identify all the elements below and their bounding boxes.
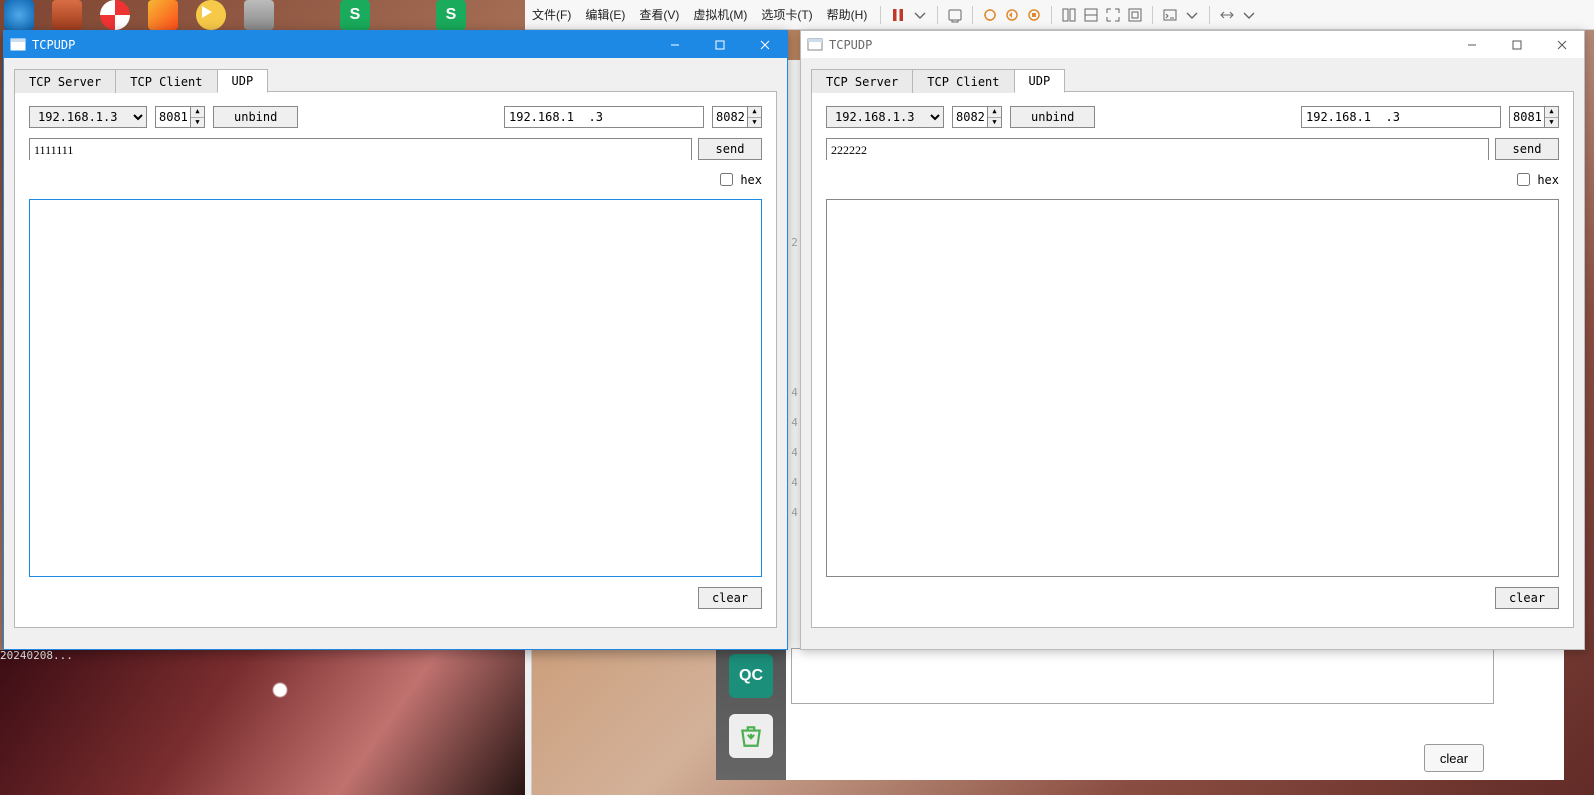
spin-down-icon[interactable]: ▼ (191, 118, 204, 128)
stretch-icon[interactable] (1216, 4, 1238, 26)
send-cad-icon[interactable] (944, 4, 966, 26)
desktop-filename-fragment: 20240208... (0, 649, 73, 662)
send-button[interactable]: send (1495, 138, 1559, 160)
maximize-button[interactable] (697, 31, 742, 58)
hex-checkbox[interactable] (1517, 173, 1530, 186)
close-button[interactable] (742, 31, 787, 58)
desktop-shortcuts: S S (4, 0, 466, 30)
remote-ip-input[interactable] (1301, 106, 1501, 128)
local-port-spinner[interactable]: ▲▼ (952, 106, 1002, 128)
hex-label: hex (740, 173, 762, 187)
maximize-button[interactable] (1494, 31, 1539, 58)
unity-icon[interactable] (1124, 4, 1146, 26)
app-icon[interactable] (148, 0, 178, 30)
app-icon[interactable]: S (340, 0, 370, 30)
window-client-area: TCP Server TCP Client UDP 192.168.1.3 ▲▼… (4, 58, 787, 649)
spin-up-icon[interactable]: ▲ (988, 107, 1001, 118)
clear-button[interactable]: clear (698, 587, 762, 609)
qc-app-icon[interactable]: QC (729, 654, 773, 698)
spin-up-icon[interactable]: ▲ (191, 107, 204, 118)
background-textarea[interactable] (791, 648, 1494, 704)
tab-udp[interactable]: UDP (217, 69, 269, 93)
app-icon[interactable] (244, 0, 274, 30)
tab-tcp-client[interactable]: TCP Client (115, 69, 217, 93)
window-client-area: TCP Server TCP Client UDP 192.168.1.3 ▲▼… (801, 58, 1584, 649)
console-icon[interactable] (1159, 4, 1181, 26)
tcpudp-window-1: TCPUDP TCP Server TCP Client UDP 192.168… (3, 30, 788, 650)
app-icon[interactable] (196, 0, 226, 30)
tab-tcp-server[interactable]: TCP Server (14, 69, 116, 93)
tab-tcp-server[interactable]: TCP Server (811, 69, 913, 93)
message-input[interactable] (30, 141, 691, 161)
menu-help[interactable]: 帮助(H) (820, 0, 875, 29)
menu-edit[interactable]: 编辑(E) (578, 0, 632, 29)
menu-tabs[interactable]: 选项卡(T) (754, 0, 819, 29)
local-ip-select[interactable]: 192.168.1.3 (826, 106, 944, 128)
local-ip-select[interactable]: 192.168.1.3 (29, 106, 147, 128)
bind-button[interactable]: unbind (213, 106, 298, 128)
app-icon[interactable] (388, 0, 418, 30)
hex-label: hex (1537, 173, 1559, 187)
tab-bar: TCP Server TCP Client UDP (811, 68, 1574, 92)
remote-port-spinner[interactable]: ▲▼ (712, 106, 762, 128)
remote-port-spinner[interactable]: ▲▼ (1509, 106, 1559, 128)
spin-down-icon[interactable]: ▼ (748, 118, 761, 128)
menu-file[interactable]: 文件(F) (525, 0, 578, 29)
pause-icon[interactable] (887, 4, 909, 26)
menu-vm[interactable]: 虚拟机(M) (686, 0, 754, 29)
remote-port-input[interactable] (1510, 107, 1544, 127)
fullscreen-icon[interactable] (1102, 4, 1124, 26)
bind-button[interactable]: unbind (1010, 106, 1095, 128)
minimize-button[interactable] (652, 31, 697, 58)
hex-checkbox[interactable] (720, 173, 733, 186)
vm-host-menu-bar: 文件(F) 编辑(E) 查看(V) 虚拟机(M) 选项卡(T) 帮助(H) (525, 0, 1594, 30)
title-bar[interactable]: TCPUDP (801, 31, 1584, 58)
udp-panel: 192.168.1.3 ▲▼ unbind ▲▼ (811, 92, 1574, 628)
app-icon[interactable] (52, 0, 82, 30)
app-icon[interactable] (100, 0, 130, 30)
window-title: TCPUDP (829, 38, 1449, 52)
menu-view[interactable]: 查看(V) (632, 0, 686, 29)
app-icon[interactable] (4, 0, 34, 30)
app-icon[interactable] (292, 0, 322, 30)
send-button[interactable]: send (698, 138, 762, 160)
output-textarea[interactable] (826, 199, 1559, 577)
dropdown-icon[interactable] (1181, 4, 1203, 26)
recycle-bin-icon[interactable] (729, 714, 773, 758)
close-button[interactable] (1539, 31, 1584, 58)
background-clear-button[interactable]: clear (1424, 744, 1484, 772)
snapshot-icon[interactable] (979, 4, 1001, 26)
app-icon[interactable]: S (436, 0, 466, 30)
dropdown-icon[interactable] (909, 4, 931, 26)
layout-split-icon[interactable] (1080, 4, 1102, 26)
spin-down-icon[interactable]: ▼ (988, 118, 1001, 128)
local-port-input[interactable] (156, 107, 190, 127)
remote-ip-input[interactable] (504, 106, 704, 128)
output-textarea[interactable] (29, 199, 762, 577)
udp-panel: 192.168.1.3 ▲▼ unbind ▲▼ (14, 92, 777, 628)
local-port-input[interactable] (953, 107, 987, 127)
title-bar[interactable]: TCPUDP (4, 31, 787, 58)
vm-dock: QC (716, 650, 786, 780)
layout-icon[interactable] (1058, 4, 1080, 26)
spin-up-icon[interactable]: ▲ (1545, 107, 1558, 118)
tab-bar: TCP Server TCP Client UDP (14, 68, 777, 92)
minimize-button[interactable] (1449, 31, 1494, 58)
tab-tcp-client[interactable]: TCP Client (912, 69, 1014, 93)
snapshot-manage-icon[interactable] (1023, 4, 1045, 26)
clear-button[interactable]: clear (1495, 587, 1559, 609)
tcpudp-window-2: TCPUDP TCP Server TCP Client UDP 192.168… (800, 30, 1585, 650)
spin-up-icon[interactable]: ▲ (748, 107, 761, 118)
window-title: TCPUDP (32, 38, 652, 52)
app-window-icon (10, 37, 26, 53)
tab-udp[interactable]: UDP (1014, 69, 1066, 93)
snapshot-revert-icon[interactable] (1001, 4, 1023, 26)
background-output-panel: clear (785, 640, 1564, 780)
local-port-spinner[interactable]: ▲▼ (155, 106, 205, 128)
spin-down-icon[interactable]: ▼ (1545, 118, 1558, 128)
dropdown-icon[interactable] (1238, 4, 1260, 26)
message-input[interactable] (827, 141, 1488, 161)
app-window-icon (807, 37, 823, 53)
remote-port-input[interactable] (713, 107, 747, 127)
